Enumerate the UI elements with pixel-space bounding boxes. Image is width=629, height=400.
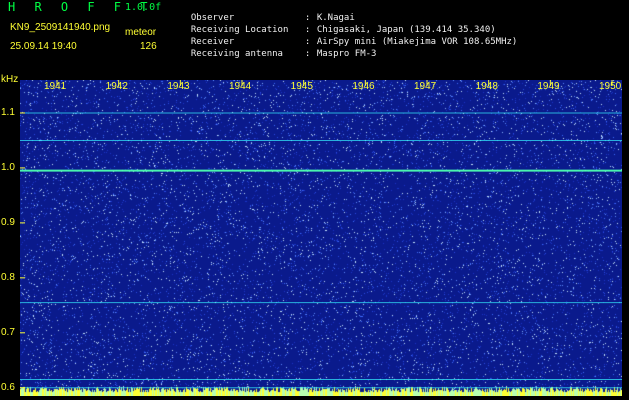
time-tick-label: 1949 bbox=[537, 81, 560, 92]
time-tick-label: 1948 bbox=[475, 81, 498, 92]
y-tick-label: 0.7 bbox=[1, 326, 15, 338]
time-tick-label: 1941 bbox=[44, 81, 67, 92]
detection-count: 126 bbox=[140, 41, 157, 52]
info-location: Receiving Location: Chigasaki, Japan (139… bbox=[180, 15, 496, 35]
info-value: Maspro FM-3 bbox=[316, 49, 377, 59]
y-axis-unit: kHz bbox=[1, 74, 19, 85]
time-tick-label: 1947 bbox=[414, 81, 437, 92]
info-sep: : bbox=[304, 49, 311, 59]
time-tick-label: 1942 bbox=[105, 81, 128, 92]
y-tick-label: 0.6 bbox=[1, 381, 15, 393]
spectrogram-overlay bbox=[20, 80, 622, 389]
info-antenna: Receiving antenna: Maspro FM-3 bbox=[180, 39, 377, 59]
info-observer: Observer: K.Nagai bbox=[180, 3, 355, 23]
info-receiver: Receiver: AirSpy mini (Miakejima VOR 108.… bbox=[180, 27, 517, 47]
time-tick-label: 1943 bbox=[167, 81, 190, 92]
y-tick-label: 1.0 bbox=[1, 161, 15, 173]
y-tick-label: 0.9 bbox=[1, 216, 15, 228]
time-tick-label: 1950 bbox=[599, 81, 622, 92]
time-tick-label: 1945 bbox=[290, 81, 313, 92]
mode-label: meteor bbox=[125, 27, 157, 38]
time-tick-label: 1944 bbox=[229, 81, 252, 92]
info-key: Receiving antenna bbox=[190, 49, 283, 59]
timestamp: 25.09.14 19:40 bbox=[10, 41, 77, 52]
time-tick-label: 1946 bbox=[352, 81, 375, 92]
y-tick-label: 0.8 bbox=[1, 271, 15, 283]
app-version: 1.0.0f bbox=[125, 2, 162, 13]
spectrogram-plot bbox=[20, 80, 622, 396]
y-tick-label: 1.1 bbox=[1, 106, 15, 118]
image-filename: KN9_2509141940.png bbox=[10, 22, 111, 33]
